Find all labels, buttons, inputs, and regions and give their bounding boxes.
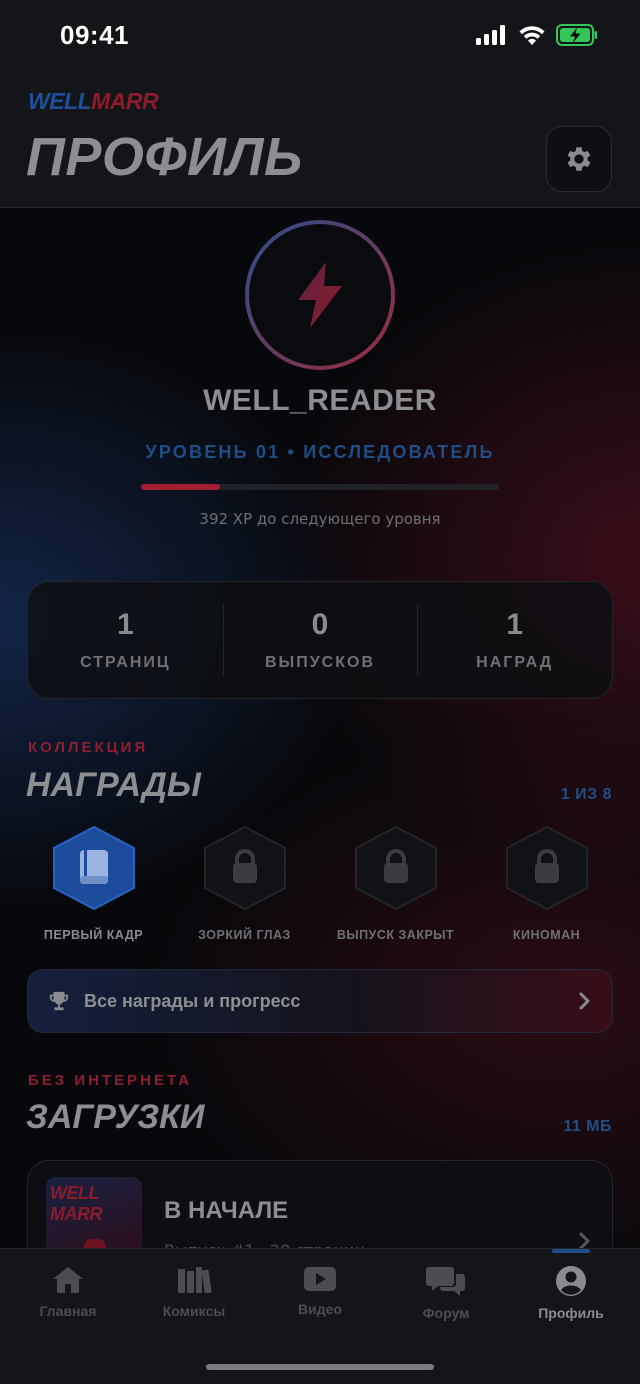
stats-card: 1 СТРАНИЦ 0 ВЫПУСКОВ 1 НАГРАД (27, 581, 613, 699)
awards-title: НАГРАДЫ (26, 766, 201, 804)
award-label: ПЕРВЫЙ КАДР (43, 928, 144, 942)
award-hexagon (52, 826, 135, 910)
awards-list: ПЕРВЫЙ КАДР ЗОРКИЙ ГЛАЗ ВЫПУСК ЗАКРЫТ КИ… (18, 826, 622, 956)
home-icon (53, 1267, 83, 1293)
active-tab-indicator (552, 1249, 590, 1253)
username: WELL_READER (203, 384, 437, 417)
brand-well: WELL (28, 88, 92, 114)
tab-label: Видео (298, 1301, 342, 1317)
brand-logo: WELLMARR (28, 88, 159, 115)
stat-label: ВЫПУСКОВ (265, 654, 375, 671)
tab-video[interactable]: Видео (256, 1265, 384, 1317)
trophy-icon (49, 991, 69, 1011)
xp-remaining-text: 392 XP до следующего уровня (199, 510, 441, 528)
profile-icon (556, 1266, 586, 1296)
tab-comics[interactable]: Комиксы (130, 1265, 258, 1319)
award-label: ЗОРКИЙ ГЛАЗ (198, 928, 291, 942)
video-icon (304, 1267, 336, 1291)
award-sharp-eye[interactable]: ЗОРКИЙ ГЛАЗ (169, 826, 320, 956)
awards-eyebrow: КОЛЛЕКЦИЯ (28, 739, 149, 756)
home-indicator (206, 1364, 434, 1370)
xp-progress-fill (141, 484, 220, 490)
cover-title: WELL MARR (50, 1183, 103, 1224)
tab-home[interactable]: Главная (4, 1265, 132, 1319)
book-icon (79, 850, 108, 884)
award-first-frame[interactable]: ПЕРВЫЙ КАДР (18, 826, 169, 956)
gear-icon (567, 147, 591, 171)
stat-label: СТРАНИЦ (80, 654, 171, 671)
award-label: ВЫПУСК ЗАКРЫТ (336, 928, 455, 942)
profile-screen: WELLMARR ПРОФИЛЬ 09:41 WELL_READER УРОВЕ… (0, 0, 640, 1384)
status-bar: 09:41 (0, 0, 640, 72)
status-icons (476, 24, 598, 46)
battery-charging-icon (556, 24, 597, 46)
stat-value: 1 (116, 608, 134, 641)
wifi-icon (519, 26, 545, 45)
books-icon (178, 1267, 212, 1294)
brand-marr: MARR (91, 88, 159, 114)
award-movie-buff[interactable]: КИНОМАН (471, 826, 622, 956)
stat-issues: 0 ВЫПУСКОВ (222, 582, 418, 698)
stat-label: НАГРАД (476, 654, 554, 671)
award-label: КИНОМАН (512, 928, 581, 942)
downloads-size: 11 МБ (563, 1118, 612, 1135)
all-awards-button[interactable]: Все награды и прогресс (27, 969, 613, 1033)
chevron-right-icon (579, 992, 590, 1010)
level-label: УРОВЕНЬ 01 • ИССЛЕДОВАТЕЛЬ (145, 442, 495, 462)
tab-label: Форум (422, 1305, 470, 1321)
signal-icon (476, 25, 505, 45)
award-hexagon-locked (354, 826, 437, 910)
chat-icon (426, 1267, 465, 1296)
awards-count: 1 ИЗ 8 (560, 786, 612, 803)
award-issue-closed[interactable]: ВЫПУСК ЗАКРЫТ (320, 826, 471, 956)
stat-pages: 1 СТРАНИЦ (28, 582, 223, 698)
bolt-icon (298, 262, 342, 328)
downloads-eyebrow: БЕЗ ИНТЕРНЕТА (28, 1072, 193, 1089)
stat-value: 1 (506, 608, 524, 641)
tab-profile[interactable]: Профиль (507, 1265, 635, 1321)
tab-label: Профиль (538, 1305, 604, 1321)
stat-value: 0 (311, 608, 329, 641)
status-time: 09:41 (60, 20, 129, 50)
award-hexagon-locked (505, 826, 588, 910)
page-title: ПРОФИЛЬ (26, 127, 303, 187)
avatar[interactable] (245, 220, 395, 370)
award-hexagon-locked (203, 826, 286, 910)
stat-awards: 1 НАГРАД (417, 582, 612, 698)
download-title: В НАЧАЛЕ (164, 1197, 289, 1224)
xp-progress-bar (141, 484, 499, 490)
downloads-title: ЗАГРУЗКИ (26, 1098, 205, 1136)
avatar-inner (249, 224, 391, 366)
tab-forum[interactable]: Форум (382, 1265, 510, 1321)
tab-label: Главная (39, 1303, 97, 1319)
tab-label: Комиксы (162, 1303, 226, 1319)
settings-button[interactable] (546, 126, 612, 192)
all-awards-label: Все награды и прогресс (84, 990, 301, 1011)
